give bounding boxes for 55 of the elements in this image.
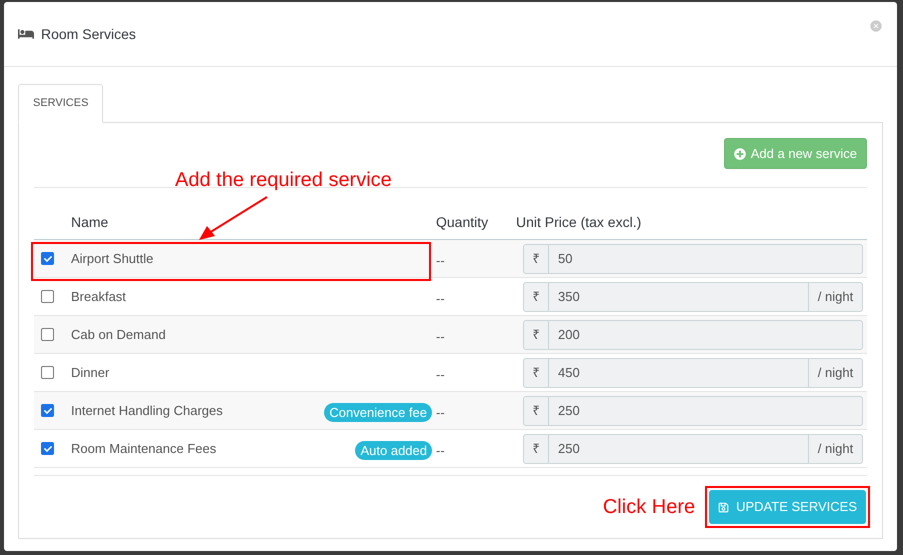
unit-addon: / night: [808, 434, 862, 462]
quantity-cell-text: --: [436, 252, 446, 270]
quantity-cell-text: --: [436, 290, 446, 308]
price-value: 250: [557, 402, 581, 420]
check-icon: [44, 444, 52, 452]
unit-addon: / night: [808, 358, 862, 386]
currency-addon: ₹: [524, 434, 549, 462]
checkbox[interactable]: [41, 366, 54, 379]
service-badge: Auto added: [355, 441, 432, 460]
quantity-cell-text: --: [436, 404, 446, 422]
add-service-annotation: Add the required service: [175, 168, 392, 193]
column-header: Unit Price (tax excl.): [516, 213, 642, 232]
column-header: Name: [71, 213, 110, 232]
price-value: 50: [557, 250, 574, 268]
price-field[interactable]: ₹ 200: [523, 320, 863, 350]
checkbox[interactable]: [41, 252, 54, 265]
column-header: Quantity: [436, 213, 490, 232]
price-field[interactable]: ₹ 250: [523, 396, 863, 426]
service-badge: Convenience fee: [324, 403, 432, 422]
bed-icon: [18, 26, 34, 42]
window-title: Room Services: [41, 24, 136, 44]
service-name: Internet Handling Charges: [71, 402, 223, 420]
quantity-cell-text: --: [436, 442, 446, 460]
check-icon: [44, 406, 52, 414]
quantity-cell-text: --: [436, 366, 446, 384]
tab[interactable]: SERVICES: [18, 84, 104, 123]
checkbox[interactable]: [41, 404, 54, 417]
currency-addon: ₹: [524, 244, 549, 272]
currency-addon: ₹: [524, 282, 549, 310]
currency-addon: ₹: [524, 358, 549, 386]
price-field[interactable]: ₹ 50: [523, 244, 863, 274]
save-icon: [718, 502, 730, 512]
check-icon: [44, 254, 52, 262]
service-name: Dinner: [71, 364, 110, 382]
quantity-cell-text: --: [436, 328, 446, 346]
plus-icon: [734, 148, 746, 160]
service-name: Cab on Demand: [71, 326, 166, 344]
service-name: Breakfast: [71, 288, 126, 306]
checkbox[interactable]: [41, 442, 54, 455]
checkbox[interactable]: [41, 290, 54, 303]
unit-addon: / night: [808, 282, 862, 310]
price-value: 250: [557, 440, 581, 458]
price-value: 200: [557, 326, 581, 344]
currency-addon: ₹: [524, 320, 549, 348]
price-value: 450: [557, 364, 581, 382]
price-field[interactable]: ₹ 450 / night: [523, 358, 863, 388]
currency-addon: ₹: [524, 396, 549, 424]
price-field[interactable]: ₹ 350 / night: [523, 282, 863, 312]
annotation-arrow: [199, 196, 268, 240]
service-name: Airport Shuttle: [71, 250, 154, 268]
price-value: 350: [557, 288, 581, 306]
click-here-annotation: Click Here: [602, 495, 696, 520]
checkbox[interactable]: [41, 328, 54, 341]
price-field[interactable]: ₹ 250 / night: [523, 434, 863, 464]
service-name: Room Maintenance Fees: [71, 440, 216, 458]
